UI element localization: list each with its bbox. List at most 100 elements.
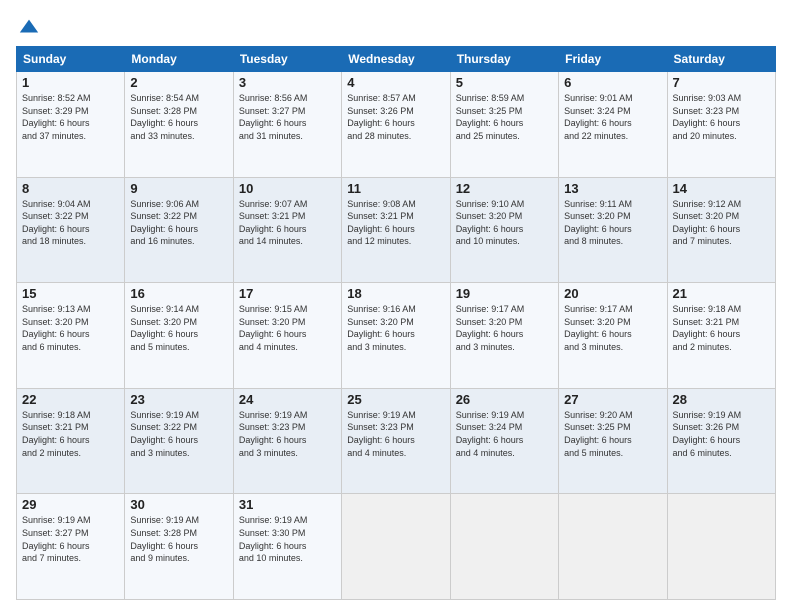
day-number: 14 (673, 181, 770, 196)
day-info: Sunrise: 9:15 AM Sunset: 3:20 PM Dayligh… (239, 303, 336, 353)
calendar-day-cell: 5 Sunrise: 8:59 AM Sunset: 3:25 PM Dayli… (450, 72, 558, 178)
day-number: 31 (239, 497, 336, 512)
day-number: 21 (673, 286, 770, 301)
day-info: Sunrise: 9:19 AM Sunset: 3:28 PM Dayligh… (130, 514, 227, 564)
day-info: Sunrise: 9:07 AM Sunset: 3:21 PM Dayligh… (239, 198, 336, 248)
day-info: Sunrise: 8:59 AM Sunset: 3:25 PM Dayligh… (456, 92, 553, 142)
day-number: 7 (673, 75, 770, 90)
calendar-day-cell: 31 Sunrise: 9:19 AM Sunset: 3:30 PM Dayl… (233, 494, 341, 600)
calendar-day-cell: 3 Sunrise: 8:56 AM Sunset: 3:27 PM Dayli… (233, 72, 341, 178)
day-number: 2 (130, 75, 227, 90)
day-info: Sunrise: 9:18 AM Sunset: 3:21 PM Dayligh… (22, 409, 119, 459)
day-number: 8 (22, 181, 119, 196)
day-info: Sunrise: 9:19 AM Sunset: 3:23 PM Dayligh… (347, 409, 444, 459)
day-number: 26 (456, 392, 553, 407)
calendar-day-cell: 14 Sunrise: 9:12 AM Sunset: 3:20 PM Dayl… (667, 177, 775, 283)
calendar-table: SundayMondayTuesdayWednesdayThursdayFrid… (16, 46, 776, 600)
calendar-day-cell: 23 Sunrise: 9:19 AM Sunset: 3:22 PM Dayl… (125, 388, 233, 494)
calendar-day-cell: 6 Sunrise: 9:01 AM Sunset: 3:24 PM Dayli… (559, 72, 667, 178)
day-info: Sunrise: 9:01 AM Sunset: 3:24 PM Dayligh… (564, 92, 661, 142)
weekday-header-cell: Wednesday (342, 47, 450, 72)
calendar-day-cell: 27 Sunrise: 9:20 AM Sunset: 3:25 PM Dayl… (559, 388, 667, 494)
calendar-day-cell: 30 Sunrise: 9:19 AM Sunset: 3:28 PM Dayl… (125, 494, 233, 600)
day-info: Sunrise: 9:13 AM Sunset: 3:20 PM Dayligh… (22, 303, 119, 353)
day-info: Sunrise: 9:19 AM Sunset: 3:22 PM Dayligh… (130, 409, 227, 459)
day-number: 13 (564, 181, 661, 196)
day-info: Sunrise: 9:08 AM Sunset: 3:21 PM Dayligh… (347, 198, 444, 248)
day-number: 17 (239, 286, 336, 301)
day-info: Sunrise: 9:14 AM Sunset: 3:20 PM Dayligh… (130, 303, 227, 353)
day-info: Sunrise: 9:06 AM Sunset: 3:22 PM Dayligh… (130, 198, 227, 248)
day-number: 19 (456, 286, 553, 301)
calendar-day-cell: 15 Sunrise: 9:13 AM Sunset: 3:20 PM Dayl… (17, 283, 125, 389)
calendar-week-row: 22 Sunrise: 9:18 AM Sunset: 3:21 PM Dayl… (17, 388, 776, 494)
weekday-header-row: SundayMondayTuesdayWednesdayThursdayFrid… (17, 47, 776, 72)
weekday-header-cell: Friday (559, 47, 667, 72)
day-info: Sunrise: 9:19 AM Sunset: 3:27 PM Dayligh… (22, 514, 119, 564)
day-number: 27 (564, 392, 661, 407)
logo-icon (18, 16, 40, 38)
calendar-day-cell: 29 Sunrise: 9:19 AM Sunset: 3:27 PM Dayl… (17, 494, 125, 600)
day-number: 18 (347, 286, 444, 301)
day-number: 24 (239, 392, 336, 407)
weekday-header-cell: Tuesday (233, 47, 341, 72)
day-number: 9 (130, 181, 227, 196)
day-info: Sunrise: 9:19 AM Sunset: 3:30 PM Dayligh… (239, 514, 336, 564)
calendar-day-cell: 22 Sunrise: 9:18 AM Sunset: 3:21 PM Dayl… (17, 388, 125, 494)
day-number: 16 (130, 286, 227, 301)
day-number: 5 (456, 75, 553, 90)
calendar-day-cell: 19 Sunrise: 9:17 AM Sunset: 3:20 PM Dayl… (450, 283, 558, 389)
calendar-day-cell: 25 Sunrise: 9:19 AM Sunset: 3:23 PM Dayl… (342, 388, 450, 494)
calendar-day-cell: 12 Sunrise: 9:10 AM Sunset: 3:20 PM Dayl… (450, 177, 558, 283)
calendar-day-cell: 18 Sunrise: 9:16 AM Sunset: 3:20 PM Dayl… (342, 283, 450, 389)
day-number: 3 (239, 75, 336, 90)
calendar-day-cell: 4 Sunrise: 8:57 AM Sunset: 3:26 PM Dayli… (342, 72, 450, 178)
calendar-day-cell: 2 Sunrise: 8:54 AM Sunset: 3:28 PM Dayli… (125, 72, 233, 178)
day-info: Sunrise: 8:57 AM Sunset: 3:26 PM Dayligh… (347, 92, 444, 142)
weekday-header-cell: Saturday (667, 47, 775, 72)
weekday-header-cell: Sunday (17, 47, 125, 72)
day-info: Sunrise: 8:54 AM Sunset: 3:28 PM Dayligh… (130, 92, 227, 142)
day-info: Sunrise: 9:19 AM Sunset: 3:23 PM Dayligh… (239, 409, 336, 459)
day-info: Sunrise: 9:17 AM Sunset: 3:20 PM Dayligh… (456, 303, 553, 353)
day-number: 1 (22, 75, 119, 90)
day-number: 10 (239, 181, 336, 196)
calendar-week-row: 1 Sunrise: 8:52 AM Sunset: 3:29 PM Dayli… (17, 72, 776, 178)
day-info: Sunrise: 9:20 AM Sunset: 3:25 PM Dayligh… (564, 409, 661, 459)
calendar-day-cell: 10 Sunrise: 9:07 AM Sunset: 3:21 PM Dayl… (233, 177, 341, 283)
day-number: 12 (456, 181, 553, 196)
calendar-day-cell: 20 Sunrise: 9:17 AM Sunset: 3:20 PM Dayl… (559, 283, 667, 389)
calendar-week-row: 8 Sunrise: 9:04 AM Sunset: 3:22 PM Dayli… (17, 177, 776, 283)
day-info: Sunrise: 9:18 AM Sunset: 3:21 PM Dayligh… (673, 303, 770, 353)
day-number: 28 (673, 392, 770, 407)
calendar-day-cell: 21 Sunrise: 9:18 AM Sunset: 3:21 PM Dayl… (667, 283, 775, 389)
calendar-day-cell (667, 494, 775, 600)
calendar-body: 1 Sunrise: 8:52 AM Sunset: 3:29 PM Dayli… (17, 72, 776, 600)
calendar-day-cell: 11 Sunrise: 9:08 AM Sunset: 3:21 PM Dayl… (342, 177, 450, 283)
calendar-day-cell (559, 494, 667, 600)
calendar-day-cell: 16 Sunrise: 9:14 AM Sunset: 3:20 PM Dayl… (125, 283, 233, 389)
calendar-day-cell: 9 Sunrise: 9:06 AM Sunset: 3:22 PM Dayli… (125, 177, 233, 283)
weekday-header-cell: Thursday (450, 47, 558, 72)
day-number: 25 (347, 392, 444, 407)
day-number: 4 (347, 75, 444, 90)
day-number: 20 (564, 286, 661, 301)
logo (16, 12, 40, 38)
day-number: 23 (130, 392, 227, 407)
day-info: Sunrise: 9:03 AM Sunset: 3:23 PM Dayligh… (673, 92, 770, 142)
calendar-week-row: 29 Sunrise: 9:19 AM Sunset: 3:27 PM Dayl… (17, 494, 776, 600)
day-info: Sunrise: 9:11 AM Sunset: 3:20 PM Dayligh… (564, 198, 661, 248)
day-info: Sunrise: 9:16 AM Sunset: 3:20 PM Dayligh… (347, 303, 444, 353)
day-info: Sunrise: 9:17 AM Sunset: 3:20 PM Dayligh… (564, 303, 661, 353)
calendar-week-row: 15 Sunrise: 9:13 AM Sunset: 3:20 PM Dayl… (17, 283, 776, 389)
calendar-day-cell: 13 Sunrise: 9:11 AM Sunset: 3:20 PM Dayl… (559, 177, 667, 283)
day-info: Sunrise: 8:56 AM Sunset: 3:27 PM Dayligh… (239, 92, 336, 142)
calendar-day-cell: 8 Sunrise: 9:04 AM Sunset: 3:22 PM Dayli… (17, 177, 125, 283)
day-info: Sunrise: 9:19 AM Sunset: 3:26 PM Dayligh… (673, 409, 770, 459)
day-number: 22 (22, 392, 119, 407)
calendar-day-cell (342, 494, 450, 600)
calendar-page: SundayMondayTuesdayWednesdayThursdayFrid… (0, 0, 792, 612)
day-number: 11 (347, 181, 444, 196)
calendar-day-cell: 7 Sunrise: 9:03 AM Sunset: 3:23 PM Dayli… (667, 72, 775, 178)
day-info: Sunrise: 9:12 AM Sunset: 3:20 PM Dayligh… (673, 198, 770, 248)
